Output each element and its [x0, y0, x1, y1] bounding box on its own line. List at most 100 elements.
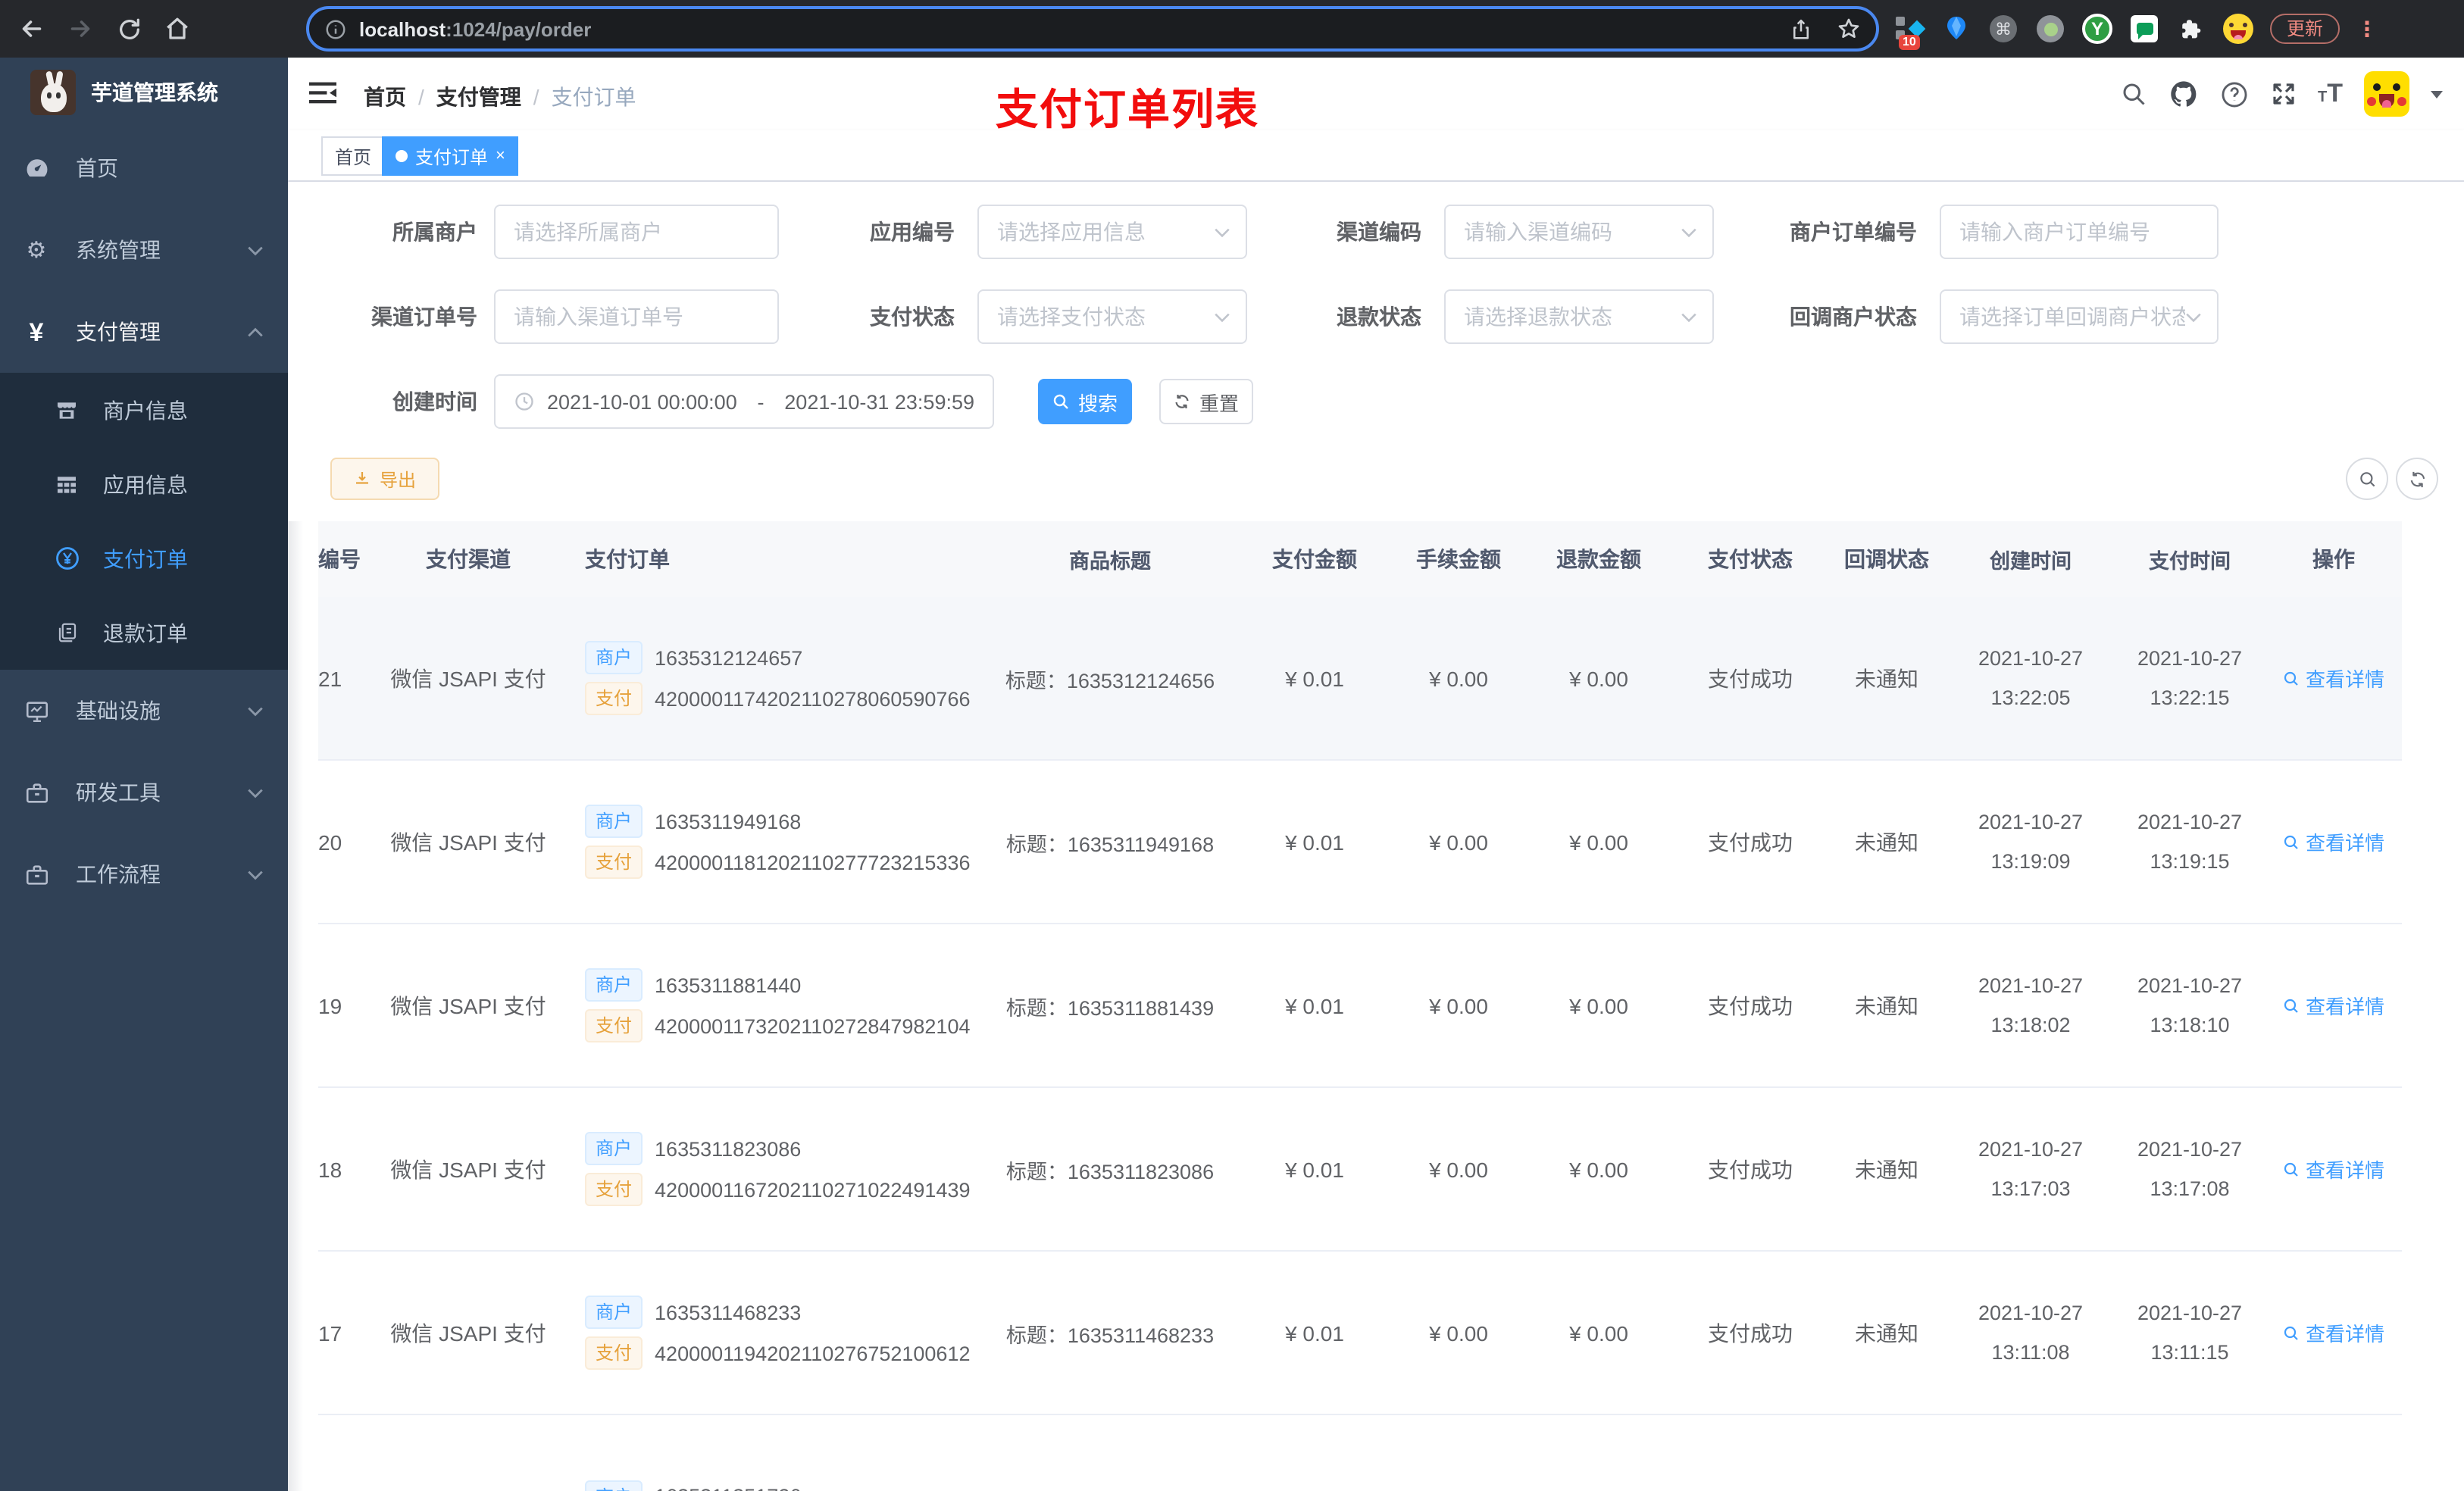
yen-circle-icon: [53, 545, 80, 571]
help-icon[interactable]: [2219, 80, 2248, 108]
channel-order-no-input[interactable]: [494, 289, 779, 344]
filter-label-merchant-order-no: 商户订单编号: [1790, 220, 1917, 244]
filter-label-merchant: 所属商户: [392, 220, 477, 244]
merchant-order-no: 1635311351726: [655, 1485, 801, 1491]
yen-icon: ¥: [29, 317, 44, 346]
balloon-extension-icon[interactable]: [1941, 14, 1972, 44]
sidebar: 芋道管理系统 首页 ⚙ 系统管理 ¥ 支付管理 商户信息 应用信息 支付订单 退…: [0, 58, 288, 1491]
refund-status-select[interactable]: 请选择退款状态: [1444, 289, 1714, 344]
avatar[interactable]: [2364, 71, 2409, 117]
filter-label-channel-code: 渠道编码: [1337, 220, 1421, 244]
share-icon[interactable]: [1790, 17, 1812, 40]
site-info-icon[interactable]: [324, 17, 347, 40]
command-extension-icon[interactable]: ⌘: [1988, 14, 2018, 44]
home-icon[interactable]: [158, 9, 197, 48]
breadcrumb-pay[interactable]: 支付管理: [436, 82, 521, 112]
sidebar-item-infra[interactable]: 基础设施: [0, 670, 288, 752]
notify-status-select[interactable]: 请选择订单回调商户状态: [1940, 289, 2219, 344]
main-area: 首页 / 支付管理 / 支付订单 支付订单列表 T T 首页 支付订单 × 所属…: [288, 58, 2464, 1491]
tag-pay-order[interactable]: 支付订单 ×: [382, 136, 519, 176]
extension-icon-1[interactable]: 10: [1894, 14, 1926, 50]
merchant-input[interactable]: [494, 205, 779, 259]
record-extension-icon[interactable]: [2035, 14, 2065, 44]
refresh-button[interactable]: [2396, 458, 2438, 500]
chevron-down-icon: [1681, 311, 1697, 322]
view-detail-link[interactable]: 查看详情: [2283, 664, 2384, 692]
channel-code-select[interactable]: 请输入渠道编码: [1444, 205, 1714, 259]
col-actions: 操作: [2312, 547, 2355, 571]
search-button[interactable]: 搜索: [1038, 379, 1132, 424]
emoji-profile-icon[interactable]: [2223, 14, 2253, 44]
sidebar-item-system[interactable]: ⚙ 系统管理: [0, 209, 288, 291]
github-icon[interactable]: [2168, 79, 2198, 109]
pay-tag: 支付: [585, 1009, 643, 1042]
pay-submenu: 商户信息 应用信息 支付订单 退款订单: [0, 373, 288, 670]
table-header: 编号 支付渠道 支付订单 商品标题 支付金额 手续金额 退款金额 支付状态 回调…: [318, 521, 2402, 597]
puzzle-extensions-icon[interactable]: [2176, 14, 2206, 44]
pay-tag: 支付: [585, 846, 643, 879]
table-row[interactable]: 18 微信 JSAPI 支付 商户 1635311823086 支付 42000…: [318, 1088, 2402, 1252]
sidebar-item-workflow[interactable]: 工作流程: [0, 833, 288, 915]
chevron-down-icon: [1681, 227, 1697, 237]
merchant-tag: 商户: [585, 1132, 643, 1165]
chat-extension-icon[interactable]: [2129, 14, 2159, 44]
app-logo-rabbit: [30, 70, 76, 115]
reload-icon[interactable]: [109, 9, 149, 48]
address-bar[interactable]: localhost:1024/pay/order: [306, 6, 1879, 52]
screen: localhost:1024/pay/order 10 ⌘ Y 更新 ⋮ 芋道…: [0, 0, 2464, 1491]
sidebar-item-pay[interactable]: ¥ 支付管理: [0, 291, 288, 373]
view-detail-link[interactable]: 查看详情: [2283, 991, 2384, 1020]
table-row[interactable]: 19 微信 JSAPI 支付 商户 1635311881440 支付 42000…: [318, 924, 2402, 1088]
sidebar-item-merchant-info[interactable]: 商户信息: [0, 373, 288, 447]
browser-update-button[interactable]: 更新: [2270, 14, 2340, 44]
chevron-down-icon: [247, 705, 264, 716]
app-id-select[interactable]: 请选择应用信息: [977, 205, 1247, 259]
table-row[interactable]: 商户 1635311351726 支付 标题： 查看详情: [318, 1415, 2402, 1491]
filter-label-refund-status: 退款状态: [1337, 305, 1421, 329]
view-detail-link[interactable]: 查看详情: [2283, 1155, 2384, 1183]
merchant-tag: 商户: [585, 968, 643, 1002]
top-navbar: 首页 / 支付管理 / 支付订单 支付订单列表 T T: [288, 58, 2464, 133]
forward-icon[interactable]: [61, 9, 100, 48]
breadcrumb: 首页 / 支付管理 / 支付订单: [364, 82, 636, 112]
font-size-icon[interactable]: TT: [2318, 79, 2343, 109]
sidebar-item-app-info[interactable]: 应用信息: [0, 447, 288, 521]
chevron-down-icon: [247, 245, 264, 255]
sidebar-item-home[interactable]: 首页: [0, 127, 288, 209]
merchant-order-no-input[interactable]: [1940, 205, 2219, 259]
reset-button[interactable]: 重置: [1159, 379, 1253, 424]
table-row[interactable]: 17 微信 JSAPI 支付 商户 1635311468233 支付 42000…: [318, 1252, 2402, 1415]
orders-table: 编号 支付渠道 支付订单 商品标题 支付金额 手续金额 退款金额 支付状态 回调…: [318, 521, 2402, 1491]
sidebar-item-pay-order[interactable]: 支付订单: [0, 521, 288, 595]
col-refund: 退款金额: [1556, 547, 1641, 571]
bookmark-star-icon[interactable]: [1837, 17, 1861, 41]
y-logo-extension-icon[interactable]: Y: [2082, 14, 2112, 44]
fullscreen-icon[interactable]: [2269, 80, 2297, 108]
browser-menu-icon[interactable]: ⋮: [2356, 16, 2378, 42]
view-detail-link[interactable]: 查看详情: [2283, 827, 2384, 856]
tag-home[interactable]: 首页: [321, 136, 386, 176]
table-row[interactable]: 21 微信 JSAPI 支付 商户 1635312124657 支付 42000…: [318, 597, 2402, 761]
url-host: localhost: [359, 17, 446, 40]
toggle-search-button[interactable]: [2346, 458, 2388, 500]
chevron-down-icon: [1214, 311, 1230, 322]
scroll-shadow: [288, 521, 303, 1491]
app-logo-bar[interactable]: 芋道管理系统: [0, 58, 288, 127]
view-detail-link[interactable]: 查看详情: [2283, 1318, 2384, 1347]
breadcrumb-home[interactable]: 首页: [364, 82, 406, 112]
export-button[interactable]: 导出: [330, 458, 439, 500]
date-range-picker[interactable]: 2021-10-01 00:00:00 - 2021-10-31 23:59:5…: [494, 374, 994, 429]
extensions-row: 10 ⌘ Y 更新 ⋮: [1894, 0, 2378, 58]
filter-label-app-id: 应用编号: [870, 220, 955, 244]
close-icon[interactable]: ×: [496, 147, 505, 164]
search-icon[interactable]: [2119, 80, 2147, 108]
back-icon[interactable]: [12, 9, 52, 48]
sidebar-item-refund-order[interactable]: 退款订单: [0, 595, 288, 670]
pay-status-select[interactable]: 请选择支付状态: [977, 289, 1247, 344]
app-title: 芋道管理系统: [91, 80, 218, 105]
table-row[interactable]: 20 微信 JSAPI 支付 商户 1635311949168 支付 42000…: [318, 761, 2402, 924]
chevron-down-icon: [247, 869, 264, 880]
sidebar-item-dev-tools[interactable]: 研发工具: [0, 752, 288, 833]
avatar-caret-icon[interactable]: [2431, 90, 2443, 98]
sidebar-toggle-icon[interactable]: [309, 80, 336, 106]
